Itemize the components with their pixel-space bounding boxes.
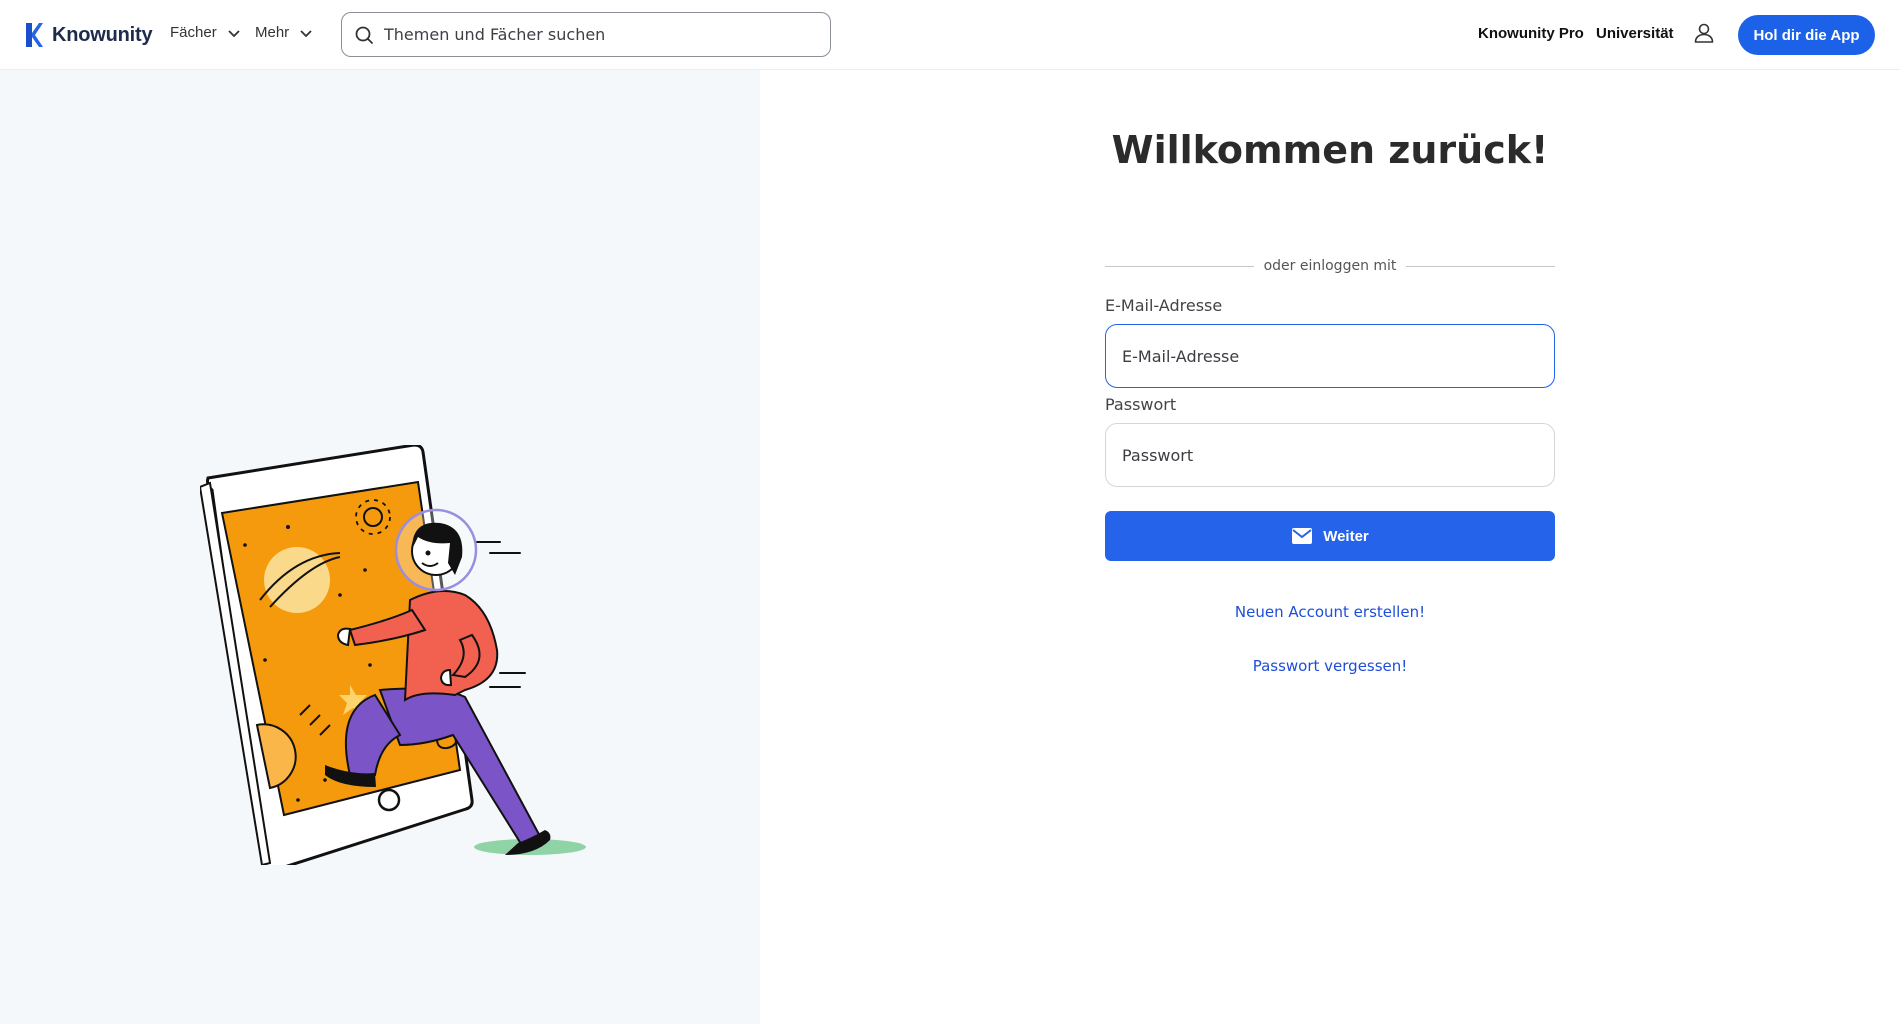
search-box[interactable]: [341, 12, 831, 57]
search-input[interactable]: [384, 25, 804, 44]
password-field[interactable]: [1105, 423, 1555, 487]
continue-button[interactable]: Weiter: [1105, 511, 1555, 561]
divider-text: oder einloggen mit: [1263, 258, 1397, 274]
knowunity-logo-icon: [26, 23, 43, 47]
mail-icon: [1292, 528, 1313, 544]
nav-dropdown-faecher[interactable]: Fächer: [170, 24, 241, 41]
illustration-panel: [0, 70, 760, 1024]
page-title: Willkommen zurück!: [1111, 128, 1549, 172]
divider-line: [1105, 265, 1254, 267]
user-icon[interactable]: [1692, 21, 1716, 45]
knowunity-pro-link[interactable]: Knowunity Pro: [1478, 25, 1584, 42]
nav-dropdown-label: Mehr: [255, 24, 290, 41]
divider-line: [1406, 265, 1555, 267]
create-account-link[interactable]: Neuen Account erstellen!: [1105, 603, 1555, 621]
universitaet-link[interactable]: Universität: [1596, 25, 1674, 42]
forgot-password-link[interactable]: Passwort vergessen!: [1105, 657, 1555, 675]
login-divider: oder einloggen mit: [1105, 256, 1555, 276]
password-label: Passwort: [1105, 395, 1177, 414]
nav-dropdown-label: Fächer: [170, 24, 217, 41]
nav-dropdown-mehr[interactable]: Mehr: [255, 24, 313, 41]
chevron-down-icon: [300, 29, 312, 37]
get-app-button[interactable]: Hol dir die App: [1738, 15, 1875, 55]
top-navigation-bar: Knowunity Fächer Mehr Knowunity Pro Univ…: [0, 0, 1900, 70]
email-label: E-Mail-Adresse: [1105, 296, 1223, 315]
continue-button-label: Weiter: [1323, 527, 1369, 545]
brand-name: Knowunity: [52, 23, 153, 46]
email-field[interactable]: [1105, 324, 1555, 388]
search-icon: [355, 26, 373, 44]
astronaut-phone-illustration: [200, 445, 586, 865]
brand-logo-link[interactable]: Knowunity: [24, 21, 153, 49]
chevron-down-icon: [228, 29, 240, 37]
